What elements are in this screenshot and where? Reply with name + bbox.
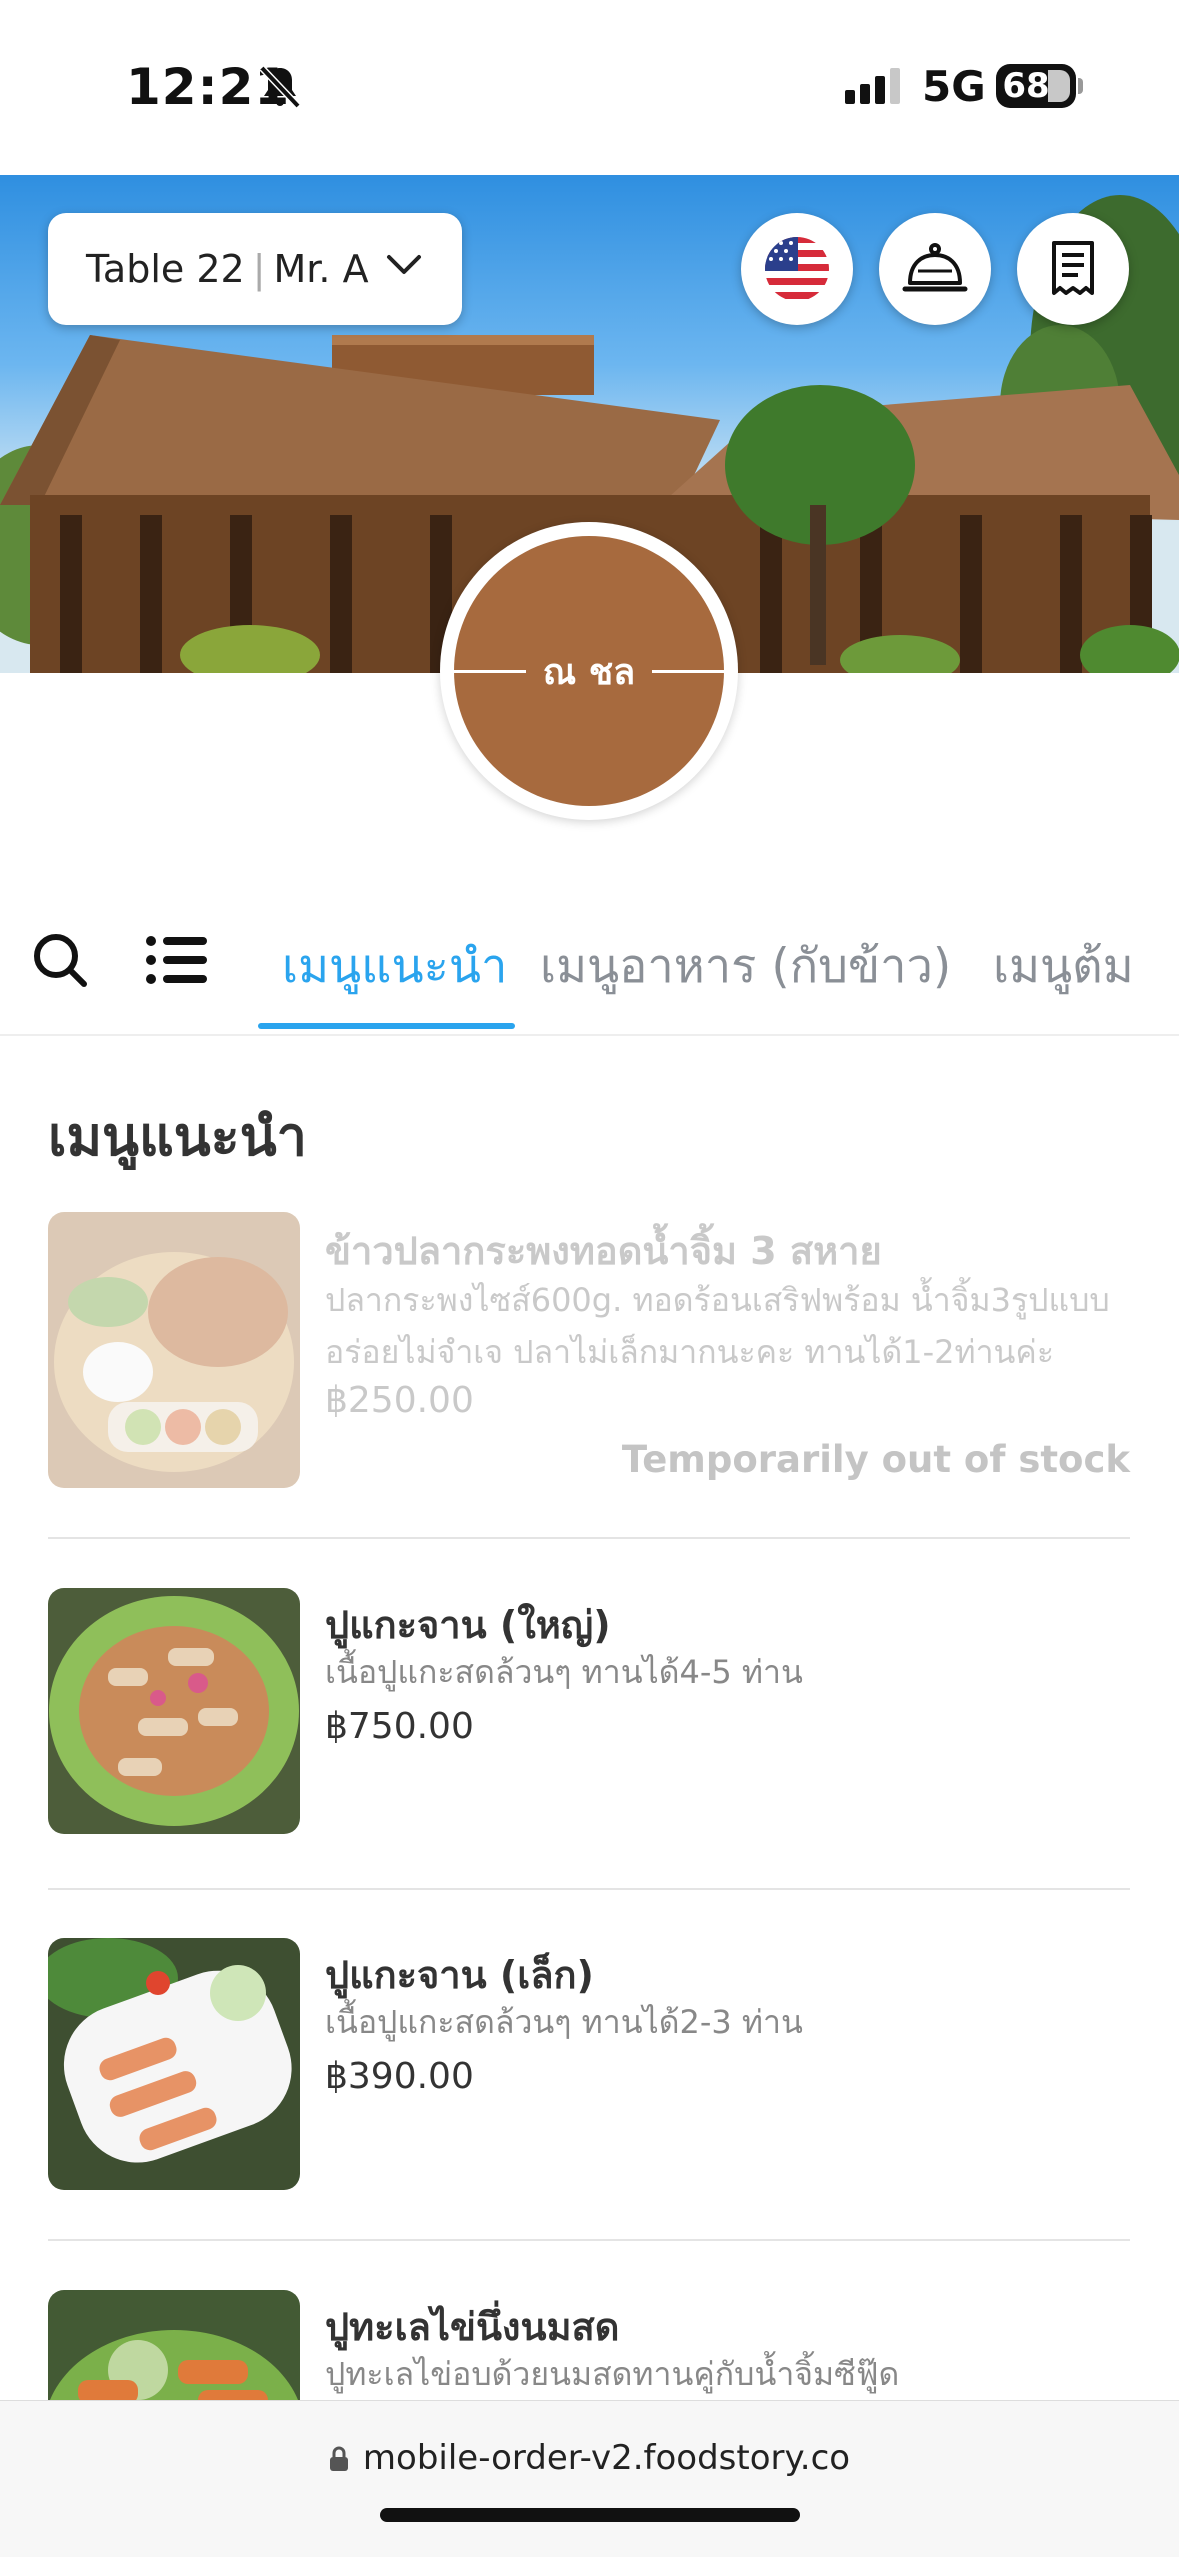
receipt-icon (1052, 241, 1094, 295)
divider (48, 2239, 1130, 2241)
menu-item-description: ปลากระพงไซส์600g. ทอดร้อนเสริฟพร้อม น้ำจ… (325, 1274, 1145, 1378)
battery-nub (1078, 78, 1083, 94)
bell-off-icon (259, 65, 301, 109)
menu-item-description: ปูทะเลไข่อบด้วยนมสดทานคู่กับน้ำจิ้มซีฟู๊… (325, 2355, 900, 2393)
menu-item[interactable]: ปูแกะจาน (ใหญ่) เนื้อปูแกะสดล้วนๆ ทานได้… (48, 1588, 1130, 1838)
bill-button[interactable] (1017, 213, 1129, 325)
battery-indicator: 68 (996, 64, 1076, 108)
menu-item-description: เนื้อปูแกะสดล้วนๆ ทานได้2-3 ท่าน (325, 2003, 803, 2041)
cellular-signal-icon (845, 68, 900, 104)
menu-item-image (48, 1588, 300, 1834)
out-of-stock-label: Temporarily out of stock (621, 1438, 1130, 1481)
customer-name: Mr. A (273, 247, 369, 291)
table-selector-button[interactable]: Table 22 | Mr. A (48, 213, 462, 325)
menu-item-description: เนื้อปูแกะสดล้วนๆ ทานได้4-5 ท่าน (325, 1653, 803, 1691)
menu-item-name: ข้าวปลากระพงทอดน้ำจิ้ม 3 สหาย (325, 1229, 882, 1273)
restaurant-logo: ณ ชล (440, 522, 738, 820)
tab-recommended[interactable]: เมนูแนะนำ (282, 928, 507, 1003)
tab-main-dishes[interactable]: เมนูอาหาร (กับข้าว) (540, 928, 951, 1003)
menu-item[interactable]: ปูทะเลไข่นึ่งนมสด ปูทะเลไข่อบด้วยนมสดทาน… (48, 2290, 1130, 2400)
list-icon[interactable] (145, 935, 207, 985)
divider (48, 1537, 1130, 1539)
chevron-down-icon (387, 255, 421, 274)
table-separator: | (252, 247, 266, 291)
menu-item-price: ฿390.00 (325, 2056, 474, 2097)
description-line: ปลากระพงไซส์600g. ทอดร้อนเสริฟพร้อม น้ำจ… (325, 1281, 1110, 1319)
lock-icon (329, 2446, 348, 2471)
menu-item-price: ฿750.00 (325, 1706, 474, 1747)
menu-item-price: ฿250.00 (325, 1380, 474, 1421)
us-flag-icon (765, 237, 829, 301)
network-type: 5G (922, 62, 986, 111)
browser-address-bar[interactable] (0, 2400, 1179, 2557)
menu-item[interactable]: ปูแกะจาน (เล็ก) เนื้อปูแกะสดล้วนๆ ทานได้… (48, 1938, 1130, 2190)
home-indicator[interactable] (380, 2508, 800, 2522)
call-waiter-button[interactable] (879, 213, 991, 325)
menu-item-image (48, 1212, 300, 1488)
active-tab-indicator (258, 1023, 515, 1029)
section-title: เมนูแนะนำ (48, 1105, 307, 1168)
menu-item[interactable]: ข้าวปลากระพงทอดน้ำจิ้ม 3 สหาย ปลากระพงไซ… (48, 1212, 1130, 1492)
restaurant-logo-text: ณ ชล (542, 651, 636, 693)
divider (48, 1888, 1130, 1890)
url-text: mobile-order-v2.foodstory.co (362, 2438, 851, 2478)
table-label: Table 22 (86, 247, 245, 291)
menu-item-image (48, 2290, 300, 2400)
language-button[interactable] (741, 213, 853, 325)
menu-item-image (48, 1938, 300, 2190)
url-display[interactable]: mobile-order-v2.foodstory.co (0, 2438, 1179, 2478)
service-bell-icon (902, 243, 968, 292)
status-bar: 12:21 5G 68 (0, 0, 1179, 175)
tab-soup[interactable]: เมนูต้ม (993, 928, 1134, 1003)
battery-level: 68 (1002, 66, 1050, 106)
search-icon[interactable] (30, 930, 90, 990)
description-line: อร่อยไม่จำเจ ปลาไม่เล็กมากนะคะ ทานได้1-2… (325, 1333, 1055, 1371)
